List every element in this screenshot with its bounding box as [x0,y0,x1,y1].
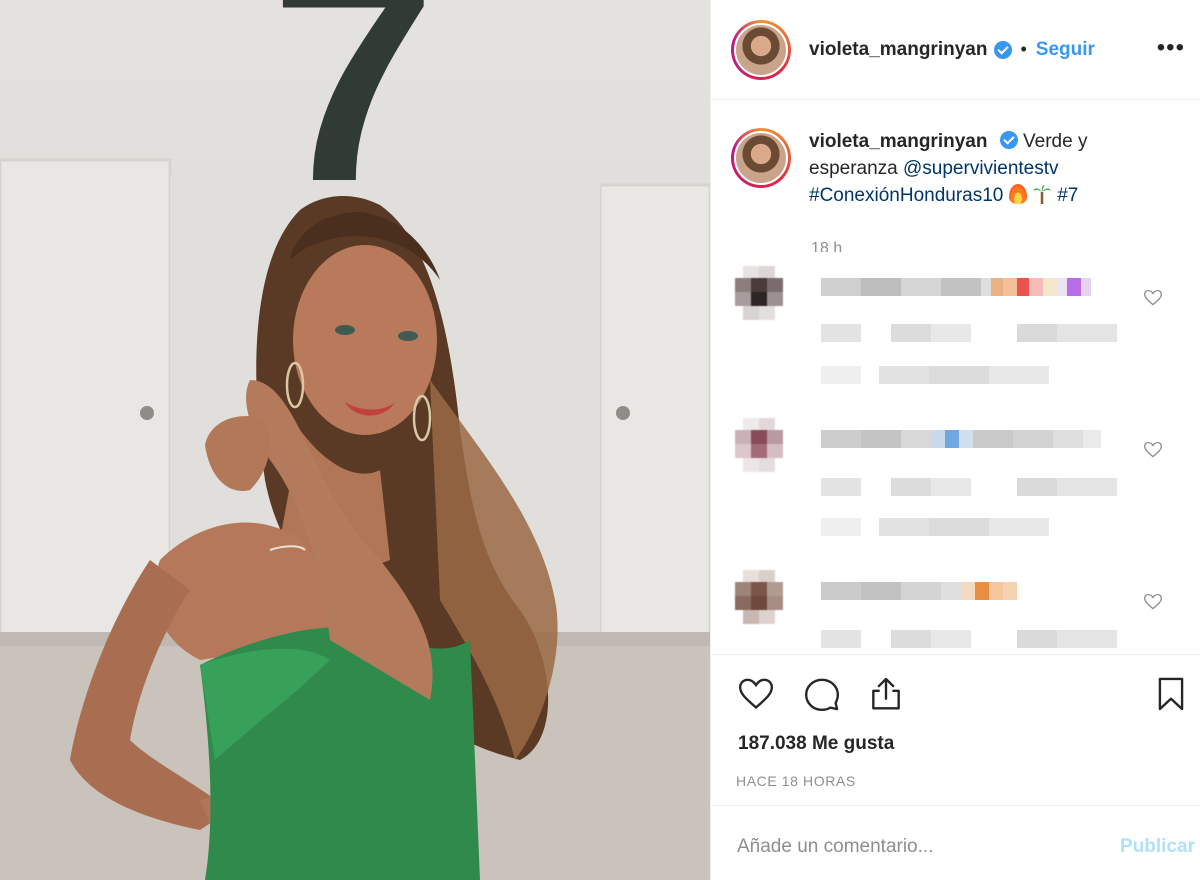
comment-text-blurred [821,518,1061,536]
comment-username-blurred [821,430,1101,448]
caption-timestamp: 18 h [811,236,842,252]
post-photo[interactable]: 7 [0,0,710,880]
caption-avatar-image [734,131,788,185]
instagram-post-view: 7 violeta_mangrinyan • Seguir ••• violet… [0,0,1200,880]
comment-avatar[interactable] [735,570,783,626]
caption-verified-badge-icon [999,131,1018,149]
comment-item [735,418,1175,538]
author-username[interactable]: violeta_mangrinyan [809,39,987,61]
separator-dot: • [1020,39,1027,59]
share-icon[interactable] [867,675,905,713]
comment-like-heart-icon[interactable] [1143,288,1163,308]
comment-text-blurred [821,478,1121,496]
post-actions: 187.038 Me gusta HACE 18 HORAS Publicar [711,654,1200,880]
add-comment-input[interactable] [737,832,1077,862]
comment-like-heart-icon[interactable] [1143,592,1163,612]
caption-hashtag-seven-link[interactable]: #7 [1057,185,1078,206]
caption-text: violeta_mangrinyan Verde y esperanza @su… [809,128,1139,209]
comment-bubble-icon[interactable] [803,675,841,713]
comment-username-blurred [821,278,1101,296]
post-caption: violeta_mangrinyan Verde y esperanza @su… [731,128,1181,209]
caption-mention-link[interactable]: @supervivientestv [903,158,1059,179]
comment-like-heart-icon[interactable] [1143,440,1163,460]
comment-avatar[interactable] [735,266,783,322]
caption-timestamp-text: 18 h [811,240,843,252]
post-header: violeta_mangrinyan • Seguir ••• [711,0,1200,100]
author-avatar[interactable] [731,19,791,80]
post-side-panel: violeta_mangrinyan • Seguir ••• violeta_… [710,0,1200,880]
verified-badge-icon [994,40,1013,59]
follow-button[interactable]: Seguir [1036,39,1095,61]
likes-count[interactable]: 187.038 Me gusta [738,733,894,755]
comment-item [735,570,1175,654]
like-heart-icon[interactable] [737,675,775,713]
caption-hashtag-link[interactable]: #ConexiónHonduras10 [809,185,1003,206]
fire-emoji-icon [1008,184,1027,204]
post-timestamp[interactable]: HACE 18 HORAS [736,773,856,789]
palm-tree-emoji-icon [1032,185,1051,204]
caption-avatar[interactable] [731,128,791,188]
publish-button[interactable]: Publicar [1120,836,1195,858]
comment-avatar[interactable] [735,418,783,474]
photo-illustration: 7 [0,0,710,880]
bookmark-save-icon[interactable] [1152,675,1190,713]
comment-text-blurred [821,630,1121,648]
more-options-icon[interactable]: ••• [1157,34,1185,62]
author-avatar-image [734,22,788,77]
comment-item [735,266,1175,386]
comment-text-blurred [821,324,1121,342]
caption-username[interactable]: violeta_mangrinyan [809,131,987,152]
comment-text-blurred [821,366,1061,384]
comment-username-blurred [821,582,1041,600]
comment-composer: Publicar [711,805,1200,880]
